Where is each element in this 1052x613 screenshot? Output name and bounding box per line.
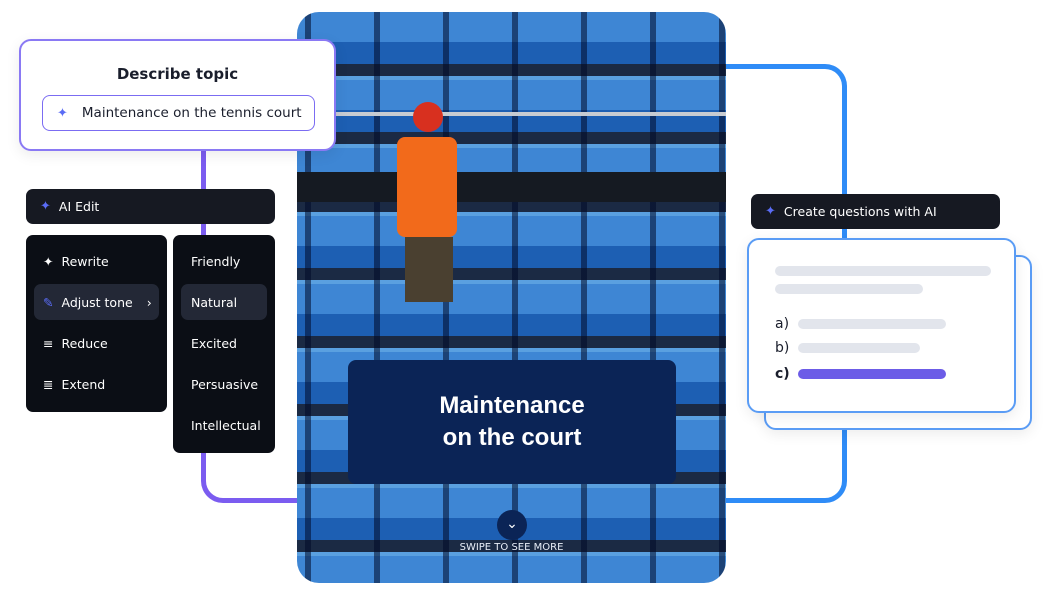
story-card[interactable]: Maintenance on the court ⌄ SWIPE TO SEE M… — [297, 12, 726, 583]
lines-long-icon: ≣ — [43, 376, 54, 392]
create-questions-label: Create questions with AI — [783, 204, 937, 219]
describe-topic-card: Describe topic ✦ Maintenance on the tenni… — [19, 39, 336, 151]
ai-edit-label: AI Edit — [58, 199, 100, 214]
tone-natural[interactable]: Natural — [181, 284, 267, 320]
lines-short-icon: ≡ — [43, 335, 54, 351]
chevron-down-icon[interactable]: ⌄ — [497, 510, 527, 540]
tone-friendly[interactable]: Friendly — [181, 243, 267, 279]
question-card: a) b) c) — [747, 238, 1016, 413]
menu-item-extend[interactable]: ≣ Extend — [34, 366, 159, 402]
menu-item-rewrite[interactable]: ✦ Rewrite — [34, 243, 159, 279]
sparkle-icon: ✦ — [57, 105, 68, 121]
swipe-hint: SWIPE TO SEE MORE — [459, 542, 564, 553]
chevron-right-icon: › — [146, 294, 152, 310]
tone-menu: Friendly Natural Excited Persuasive Inte… — [173, 235, 275, 453]
option-b-label: b) — [775, 340, 790, 356]
option-c-label: c) — [775, 366, 790, 382]
ai-edit-menu: ✦ Rewrite ✎ Adjust tone › ≡ Reduce ≣ Extend — [26, 235, 167, 412]
title-line-1: Maintenance — [439, 392, 585, 419]
menu-label: Adjust tone — [61, 294, 133, 310]
option-a[interactable] — [798, 319, 946, 329]
describe-title: Describe topic — [116, 65, 239, 83]
sparkle-icon: ✦ — [43, 253, 54, 269]
question-placeholder — [775, 266, 991, 276]
topic-input-value: Maintenance on the tennis court — [81, 105, 302, 121]
beam — [297, 172, 726, 202]
topic-input[interactable]: ✦ Maintenance on the tennis court — [42, 95, 315, 131]
worker-image — [397, 102, 472, 342]
question-placeholder — [775, 284, 923, 294]
menu-label: Reduce — [61, 335, 108, 351]
option-a-label: a) — [775, 316, 790, 332]
card-title: Maintenance on the court — [348, 360, 676, 484]
pen-icon: ✎ — [43, 294, 54, 310]
option-b[interactable] — [798, 343, 920, 353]
create-questions-button[interactable]: ✦ Create questions with AI — [751, 194, 1000, 229]
menu-item-adjust-tone[interactable]: ✎ Adjust tone › — [34, 284, 159, 320]
menu-label: Extend — [61, 376, 106, 392]
railing — [297, 112, 726, 116]
menu-item-reduce[interactable]: ≡ Reduce — [34, 325, 159, 361]
option-c-selected[interactable] — [798, 369, 946, 379]
tone-intellectual[interactable]: Intellectual — [181, 407, 267, 443]
tone-persuasive[interactable]: Persuasive — [181, 366, 267, 402]
sparkle-icon: ✦ — [765, 204, 776, 219]
tone-excited[interactable]: Excited — [181, 325, 267, 361]
title-line-2: on the court — [442, 424, 582, 451]
ai-edit-button[interactable]: ✦ AI Edit — [26, 189, 275, 224]
menu-label: Rewrite — [61, 253, 109, 269]
sparkle-icon: ✦ — [40, 199, 51, 214]
